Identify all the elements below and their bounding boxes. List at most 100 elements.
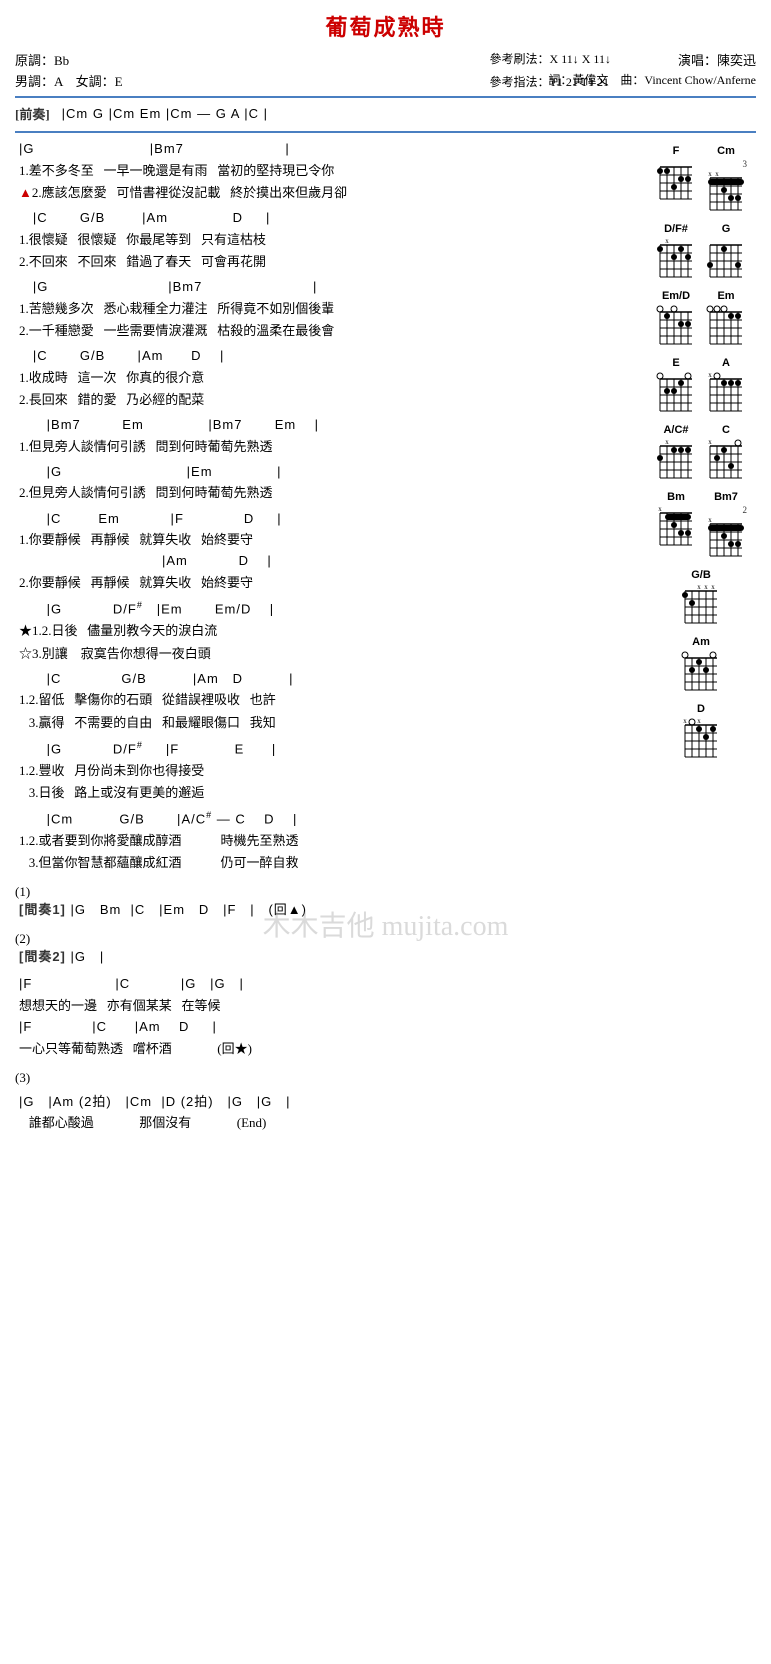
- lyric-9b: 3.贏得 不需要的自由 和最耀眼傷口 我知: [15, 712, 611, 734]
- chord-row-9: D x x: [680, 703, 722, 762]
- chord-d-name: D: [697, 703, 705, 715]
- bridge-chord-2: |F |C |Am D |: [15, 1017, 611, 1038]
- mid-divider: [15, 131, 756, 133]
- chord-bm-box: Bm x: [655, 491, 697, 561]
- svg-text:x: x: [708, 371, 712, 379]
- section-7: |C Em |F D | 1.你要靜候 再靜候 就算失收 始終要守 |Am D …: [15, 509, 611, 595]
- chord-emd-name: Em/D: [662, 290, 690, 302]
- chord-ac-name: A/C#: [663, 424, 688, 436]
- chord-g-diagram: [705, 237, 747, 282]
- chord-ac-box: A/C# x: [655, 424, 697, 483]
- intro-chords: |Cm G |Cm Em |Cm — G A |C |: [58, 104, 268, 125]
- svg-text:x: x: [665, 438, 669, 446]
- chord-df-box: D/F# x: [655, 223, 697, 282]
- meta-keys: 男調：A 女調：E: [15, 71, 123, 90]
- song-title: 葡萄成熟時: [15, 10, 756, 42]
- lyric-7: 1.你要靜候 再靜候 就算失收 始終要守: [15, 529, 611, 551]
- ref-strum: 參考刷法：X 11↓ X 11↓: [490, 48, 611, 71]
- chord-11: |Cm G/B |A/C# — C D |: [15, 808, 611, 830]
- lyric-11a: 1.2.或者要到你將愛釀成醇酒 時機先至熟透: [15, 830, 611, 852]
- original-key: 原調：Bb: [15, 53, 69, 68]
- chord-row-1: F: [655, 145, 747, 215]
- chord-gb-name: G/B: [691, 569, 711, 581]
- chord-e-name: E: [672, 357, 679, 369]
- chord-row-8: Am: [680, 636, 722, 695]
- chord-10: |G D/F# |F E |: [15, 738, 611, 760]
- reference-section: 參考刷法：X 11↓ X 11↓ 參考指法：T1 21 T1 21: [490, 48, 611, 94]
- section3-chord: |G |Am (2拍) |Cm |D (2拍) |G |G |: [15, 1092, 611, 1113]
- interlude2: [間奏2] |G |: [15, 947, 611, 968]
- intro-label: [前奏]: [15, 104, 50, 125]
- lyric-1b: ▲2.應該怎麼愛 可惜書裡從沒記載 終於摸出來但歲月卻: [15, 182, 611, 204]
- lyric-1a: 1.差不多冬至 一早一晚還是有雨 當初的堅持現已令你: [15, 160, 611, 182]
- chord-bm7-name: Bm7: [714, 491, 738, 503]
- bridge-chord-1: |F |C |G |G |: [15, 974, 611, 995]
- chord-row-5: A/C# x: [655, 424, 747, 483]
- page: 葡萄成熟時 原調：Bb 演唱：陳奕迅 男調：A 女調：E 詞：黃偉文 曲：Vin…: [0, 0, 771, 1144]
- chord-diagrams-panel: F: [636, 145, 766, 762]
- section-2: |C G/B |Am D | 1.很懷疑 很懷疑 你最尾等到 只有這枯枝 2.不…: [15, 208, 611, 273]
- chord-bm7-box: Bm7 2 x: [705, 491, 747, 561]
- chord-ac-diagram: x: [655, 438, 697, 483]
- chord-cm-box: Cm 3: [705, 145, 747, 215]
- svg-text:x: x: [715, 170, 719, 178]
- chord-1: |G |Bm7 |: [15, 139, 611, 160]
- chord-3: |G |Bm7 |: [15, 277, 611, 298]
- chord-5: |Bm7 Em |Bm7 Em |: [15, 415, 611, 436]
- chord-f-box: F: [655, 145, 697, 215]
- chord-4: |C G/B |Am D |: [15, 346, 611, 367]
- top-divider: [15, 96, 756, 98]
- lyric-9a: 1.2.留低 擊傷你的石頭 從錯誤裡吸收 也許: [15, 689, 611, 711]
- chord-row-2: D/F# x: [655, 223, 747, 282]
- svg-text:x: x: [665, 237, 669, 245]
- chord-g-name: G: [722, 223, 731, 235]
- chord-row-4: E: [655, 357, 747, 416]
- chord-e-diagram: [655, 371, 697, 416]
- section-1: |G |Bm7 | 1.差不多冬至 一早一晚還是有雨 當初的堅持現已令你 ▲2.…: [15, 139, 611, 204]
- svg-text:x: x: [683, 717, 687, 725]
- chord-c-diagram: x: [705, 438, 747, 483]
- lyric-2b: 2.不回來 不回來 錯過了春天 可會再花開: [15, 251, 611, 273]
- chord-emd-diagram: [655, 304, 697, 349]
- chord-7b: |Am D |: [15, 551, 611, 572]
- chord-f-name: F: [673, 145, 680, 157]
- chord-df-diagram: x: [655, 237, 697, 282]
- chord-row-7: G/B x x x: [680, 569, 722, 628]
- composer: 曲：Vincent Chow/Anferne: [620, 73, 756, 87]
- chord-d-box: D x x: [680, 703, 722, 762]
- chord-cm-fret: 3: [705, 159, 747, 169]
- lyric-8b: ☆3.別讓 寂寞告你想得一夜白頭: [15, 643, 611, 665]
- chord-c-box: C x: [705, 424, 747, 483]
- interlude1: [間奏1] |G Bm |C |Em D |F | (回▲): [15, 900, 611, 921]
- lyric-6: 2.但見旁人談情何引誘 問到何時葡萄先熟透: [15, 482, 611, 504]
- chord-e-box: E: [655, 357, 697, 416]
- chord-a-diagram: x: [705, 371, 747, 416]
- chord-em-name: Em: [717, 290, 734, 302]
- svg-text:x: x: [658, 505, 662, 513]
- meta-left: 原調：Bb: [15, 50, 69, 69]
- section-3: |G |Bm7 | 1.苦戀幾多次 悉心栽種全力灌注 所得竟不如別個後輩 2.一…: [15, 277, 611, 342]
- svg-text:x: x: [697, 583, 701, 591]
- lyric-10a: 1.2.豐收 月份尚未到你也得接受: [15, 760, 611, 782]
- chord-bm7-diagram: x: [705, 516, 747, 561]
- svg-text:x: x: [708, 438, 712, 446]
- interlude2-label: (2): [15, 931, 611, 947]
- lyric-2a: 1.很懷疑 很懷疑 你最尾等到 只有這枯枝: [15, 229, 611, 251]
- section3-lyric: 誰都心酸過 那個沒有 (End): [15, 1112, 611, 1134]
- ref-finger: 參考指法：T1 21 T1 21: [490, 71, 611, 94]
- svg-text:x: x: [708, 170, 712, 178]
- chord-bm7-fret: 2: [705, 505, 747, 515]
- svg-text:x: x: [697, 717, 701, 725]
- chord-gb-diagram: x x x: [680, 583, 722, 628]
- section-5: |Bm7 Em |Bm7 Em | 1.但見旁人談情何引誘 問到何時葡萄先熟透: [15, 415, 611, 458]
- svg-text:x: x: [708, 516, 712, 524]
- chord-am-diagram: [680, 650, 722, 695]
- chord-cm-name: Cm: [717, 145, 735, 157]
- chord-df-name: D/F#: [664, 223, 688, 235]
- intro-line: [前奏] |Cm G |Cm Em |Cm — G A |C |: [15, 104, 756, 125]
- chord-d-diagram: x x: [680, 717, 722, 762]
- interlude1-label: (1): [15, 884, 611, 900]
- bridge-section: |F |C |G |G | 想想天的一邊 亦有個某某 在等候 |F |C |Am…: [15, 974, 611, 1060]
- section-10: |G D/F# |F E | 1.2.豐收 月份尚未到你也得接受 3.日後 路上…: [15, 738, 611, 804]
- chord-g-box: G: [705, 223, 747, 282]
